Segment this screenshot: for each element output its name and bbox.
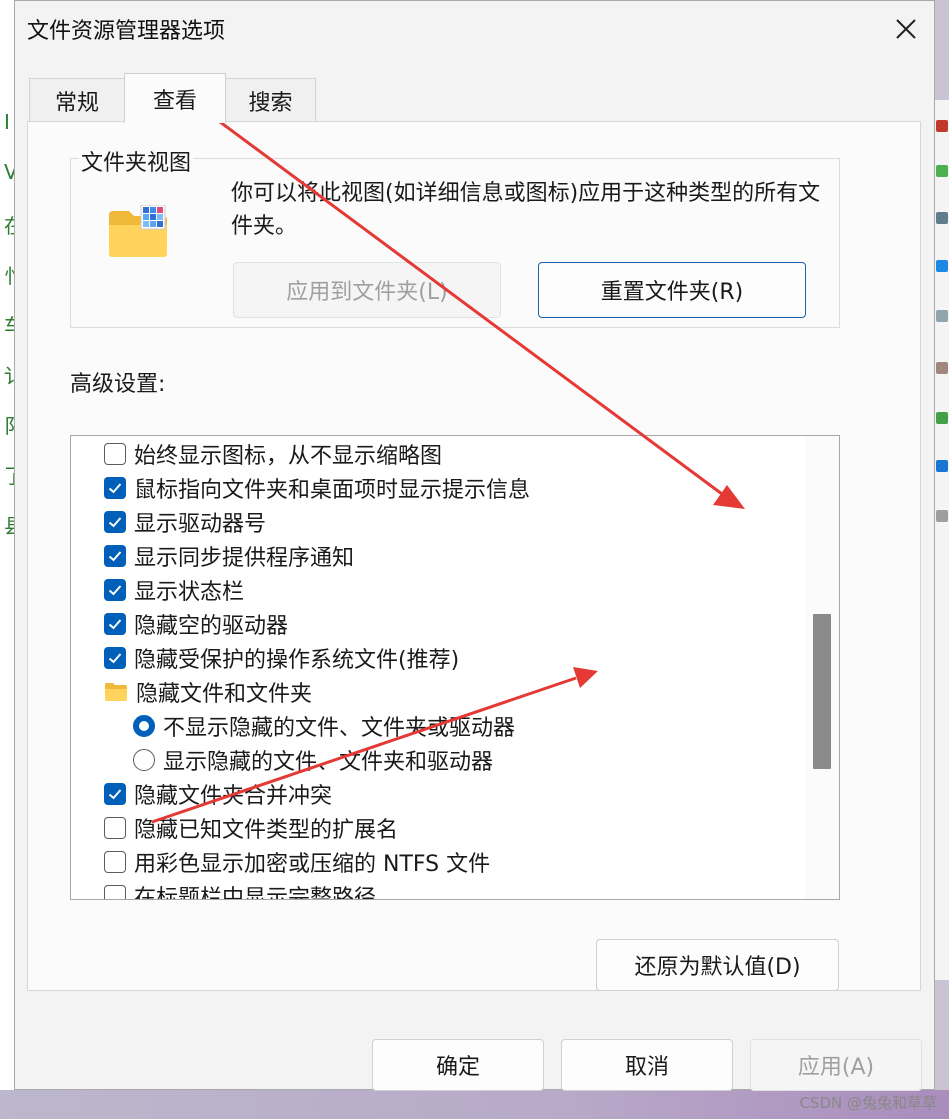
setting-hide-protected-files[interactable]: 隐藏受保护的操作系统文件(推荐) — [104, 641, 839, 675]
checkmark-icon — [108, 619, 122, 630]
folder-options-dialog: 文件资源管理器选项 常规 查看 搜索 文件夹视图 你可以将此视图(如详细信息或图… — [14, 0, 935, 1091]
folder-view-icon — [109, 205, 167, 257]
tab-view[interactable]: 查看 — [124, 73, 226, 123]
folder-view-title: 文件夹视图 — [79, 145, 194, 177]
cancel-button[interactable]: 取消 — [561, 1039, 733, 1091]
setting-label: 显示状态栏 — [134, 580, 245, 605]
desktop-icon — [936, 460, 948, 472]
close-icon — [896, 19, 916, 39]
checkmark-icon — [108, 789, 122, 800]
setting-label: 在标题栏中显示完整路径 — [134, 886, 377, 900]
desktop-icon — [936, 212, 948, 224]
checkbox-unchecked[interactable] — [104, 443, 126, 465]
setting-label: 隐藏已知文件类型的扩展名 — [134, 818, 399, 843]
tab-search[interactable]: 搜索 — [225, 78, 316, 122]
checkmark-icon — [108, 585, 122, 596]
checkbox-unchecked[interactable] — [104, 885, 126, 899]
setting-label: 显示隐藏的文件、文件夹和驱动器 — [163, 750, 494, 775]
setting-label: 鼠标指向文件夹和桌面项时显示提示信息 — [134, 478, 531, 503]
radio-selected[interactable] — [133, 715, 155, 737]
setting-label: 不显示隐藏的文件、文件夹或驱动器 — [163, 716, 516, 741]
desktop-icon — [936, 412, 948, 424]
ok-button[interactable]: 确定 — [372, 1039, 544, 1091]
setting-color-ntfs[interactable]: 用彩色显示加密或压缩的 NTFS 文件 — [104, 845, 839, 879]
checkmark-icon — [108, 653, 122, 664]
desktop-icon — [936, 310, 948, 322]
watermark: CSDN @兔兔和草草 — [799, 1094, 937, 1112]
advanced-settings-label: 高级设置: — [70, 372, 166, 397]
desktop-icon — [936, 510, 948, 522]
setting-label: 显示同步提供程序通知 — [134, 546, 355, 571]
checkbox-checked[interactable] — [104, 647, 126, 669]
apply-to-folders-button[interactable]: 应用到文件夹(L) — [233, 262, 501, 318]
setting-full-path-title[interactable]: 在标题栏中显示完整路径 — [104, 879, 839, 900]
setting-label: 隐藏文件和文件夹 — [136, 682, 313, 707]
background-fragment: I — [4, 110, 10, 134]
apply-button[interactable]: 应用(A) — [750, 1039, 922, 1091]
setting-tooltips[interactable]: 鼠标指向文件夹和桌面项时显示提示信息 — [104, 471, 839, 505]
setting-hide-empty-drives[interactable]: 隐藏空的驱动器 — [104, 607, 839, 641]
desktop-icon — [936, 165, 948, 177]
checkbox-checked[interactable] — [104, 545, 126, 567]
setting-label: 始终显示图标，从不显示缩略图 — [134, 444, 443, 469]
setting-label: 隐藏空的驱动器 — [134, 614, 289, 639]
checkmark-icon — [108, 517, 122, 528]
background-taskbar-area: CSDN @兔兔和草草 — [0, 1090, 949, 1119]
close-button[interactable] — [888, 11, 924, 47]
folder-icon — [105, 683, 127, 701]
checkmark-icon — [108, 483, 122, 494]
setting-drive-letters[interactable]: 显示驱动器号 — [104, 505, 839, 539]
setting-hide-merge-conflicts[interactable]: 隐藏文件夹合并冲突 — [104, 777, 839, 811]
setting-label: 隐藏文件夹合并冲突 — [134, 784, 333, 809]
checkbox-checked[interactable] — [104, 477, 126, 499]
setting-hidden-files-group: 隐藏文件和文件夹 — [104, 675, 839, 709]
folder-view-description: 你可以将此视图(如详细信息或图标)应用于这种类型的所有文件夹。 — [231, 181, 821, 239]
view-tab-panel: 文件夹视图 你可以将此视图(如详细信息或图标)应用于这种类型的所有文件夹。 应用… — [27, 121, 921, 991]
checkbox-checked[interactable] — [104, 579, 126, 601]
setting-always-icons[interactable]: 始终显示图标，从不显示缩略图 — [104, 437, 839, 471]
reset-folders-button[interactable]: 重置文件夹(R) — [538, 262, 806, 318]
dialog-title: 文件资源管理器选项 — [27, 19, 226, 44]
folder-view-group: 文件夹视图 你可以将此视图(如详细信息或图标)应用于这种类型的所有文件夹。 应用… — [70, 145, 840, 328]
background-window-left: I V 在 忄 车 讠 阝 了 县 — [0, 0, 24, 1119]
desktop-icon — [936, 362, 948, 374]
setting-hide-extensions[interactable]: 隐藏已知文件类型的扩展名 — [104, 811, 839, 845]
checkbox-checked[interactable] — [104, 783, 126, 805]
checkbox-unchecked[interactable] — [104, 817, 126, 839]
setting-label: 用彩色显示加密或压缩的 NTFS 文件 — [134, 852, 491, 877]
checkbox-checked[interactable] — [104, 613, 126, 635]
checkmark-icon — [108, 551, 122, 562]
setting-label: 显示驱动器号 — [134, 512, 267, 537]
setting-show-hidden[interactable]: 显示隐藏的文件、文件夹和驱动器 — [133, 743, 839, 777]
tab-general[interactable]: 常规 — [29, 78, 125, 122]
desktop-icon — [936, 260, 948, 272]
setting-label: 隐藏受保护的操作系统文件(推荐) — [134, 648, 460, 673]
advanced-settings-list[interactable]: 始终显示图标，从不显示缩略图 鼠标指向文件夹和桌面项时显示提示信息 显示驱动器号… — [70, 435, 840, 900]
checkbox-checked[interactable] — [104, 511, 126, 533]
setting-status-bar[interactable]: 显示状态栏 — [104, 573, 839, 607]
setting-dont-show-hidden[interactable]: 不显示隐藏的文件、文件夹或驱动器 — [133, 709, 839, 743]
scrollbar-thumb[interactable] — [813, 614, 831, 769]
radio-unselected[interactable] — [133, 749, 155, 771]
checkbox-unchecked[interactable] — [104, 851, 126, 873]
setting-sync-notifications[interactable]: 显示同步提供程序通知 — [104, 539, 839, 573]
background-desktop-icons — [935, 100, 949, 980]
restore-defaults-button[interactable]: 还原为默认值(D) — [596, 939, 839, 991]
list-scrollbar[interactable] — [805, 436, 839, 899]
desktop-icon — [936, 120, 948, 132]
